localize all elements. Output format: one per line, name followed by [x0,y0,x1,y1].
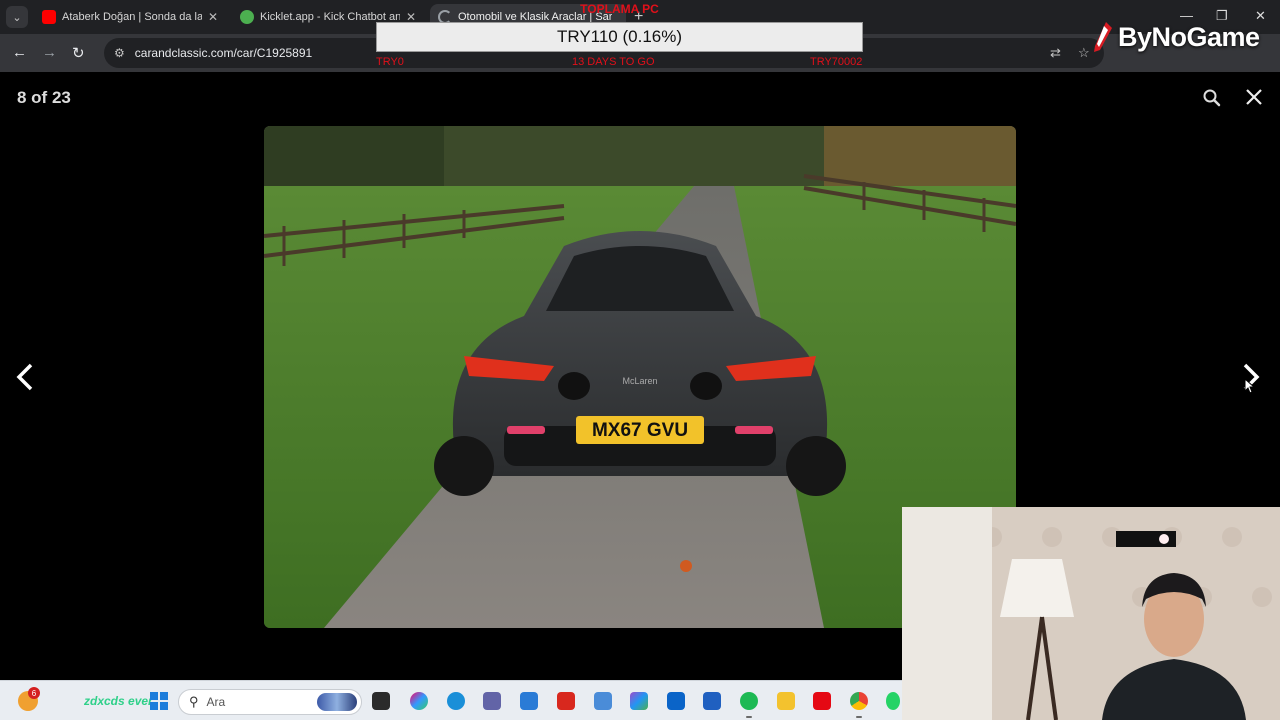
taskbar-search[interactable]: ⚲ Ara [178,689,362,715]
previous-image-icon[interactable] [14,362,36,392]
back-icon[interactable]: ← [12,44,27,61]
file-explorer-icon[interactable] [777,692,795,710]
outlook-icon[interactable] [667,692,685,710]
car-badge: McLaren [622,376,657,386]
image-counter: 8 of 23 [17,88,71,107]
search-highlight-icon [317,693,357,711]
brand-watermark: ByNoGame [1090,20,1260,54]
zoom-icon[interactable] [1202,88,1222,108]
donation-goal-overlay: TOPLAMA PC TRY110 (0.16%) TRY0 13 DAYS T… [376,0,863,72]
close-icon[interactable] [1244,87,1264,107]
notification-badge: 6 [28,687,40,699]
forward-icon[interactable]: → [42,44,57,61]
url-text: carandclassic.com/car/C1925891 [134,46,313,60]
task-view-icon[interactable] [372,692,390,710]
running-indicator [856,716,862,718]
copilot-icon[interactable] [410,692,428,710]
spotify-icon[interactable] [740,692,758,710]
reload-icon[interactable]: ↻ [72,44,85,62]
teams-icon[interactable] [483,692,501,710]
mouse-cursor-icon [1244,378,1256,394]
pdf-reader-icon[interactable] [557,692,575,710]
donation-time-left: 13 DAYS TO GO [572,56,655,68]
widget-text: zdxcds ever [84,694,153,708]
running-indicator [746,716,752,718]
tab-youtube[interactable]: Ataberk Doğan | Sonda da lafı l ✕ [34,4,226,30]
brand-name: ByNoGame [1118,21,1260,52]
start-icon[interactable] [150,692,168,710]
donation-heading: TOPLAMA PC [580,2,659,16]
donation-amount: TRY110 (0.16%) [376,22,863,52]
tab-search-button[interactable]: ⌄ [6,6,28,28]
calendar-icon[interactable] [703,692,721,710]
site-info-icon[interactable]: ⚙ [114,46,125,60]
kicklet-icon [240,10,254,24]
brand-logo-icon [1094,22,1112,52]
bookmark-star-icon[interactable]: ☆ [1078,45,1090,61]
edge-icon[interactable] [447,692,465,710]
snipping-tool-icon[interactable] [594,692,612,710]
youtube-icon [42,10,56,24]
close-tab-icon[interactable]: ✕ [208,10,218,24]
netflix-icon[interactable] [813,692,831,710]
license-plate: MX67 GVU [592,420,688,441]
tab-title: Ataberk Doğan | Sonda da lafı l [62,11,202,23]
search-placeholder: Ara [206,695,226,709]
taskbar: 6 zdxcds ever ⚲ Ara [0,680,902,720]
translate-icon[interactable]: ⇄ [1050,45,1061,61]
m365-icon[interactable] [630,692,648,710]
store-icon[interactable] [520,692,538,710]
donation-start: TRY0 [376,56,404,68]
webcam-feed [902,507,1280,720]
donation-goal: TRY70002 [810,56,863,68]
whatsapp-icon[interactable] [886,692,900,710]
search-icon: ⚲ [189,694,199,709]
chrome-icon[interactable] [850,692,868,710]
